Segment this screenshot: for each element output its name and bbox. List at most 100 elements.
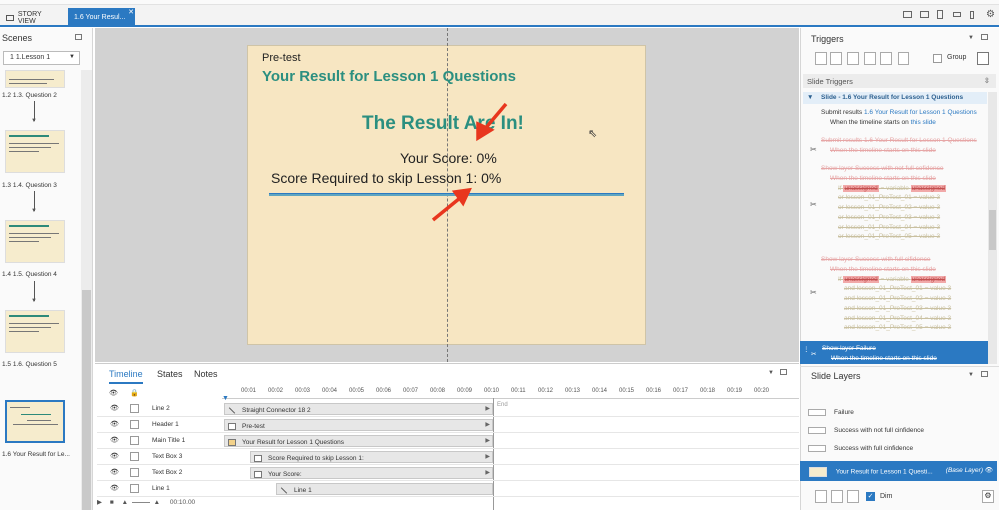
dim-checkbox[interactable]: ✓ <box>866 492 875 501</box>
tick-label: 00:02 <box>268 388 284 394</box>
timeline-bar[interactable]: Your Result for Lesson 1 Questions ▶ <box>224 435 493 447</box>
line-icon <box>280 486 288 494</box>
dim-label: Dim <box>880 493 893 500</box>
timeline-bar[interactable]: Your Score: ▶ <box>250 467 493 479</box>
base-layer-item[interactable]: Your Result for Lesson 1 Questi... (Base… <box>800 461 997 481</box>
trigger-disabled-icon: ✂ <box>810 200 817 209</box>
timeline-controls: ▶ ■ ▲ ▲ 00:10.00 <box>97 498 222 510</box>
trigger-item-disabled[interactable]: Show layer Success with full cifidence W… <box>821 255 951 333</box>
trigger-variable: variable <box>886 184 909 192</box>
visibility-eye-icon[interactable]: 👁 <box>110 468 119 476</box>
zoom-out-icon[interactable]: ▲ <box>122 499 128 506</box>
layer-thumbnail <box>809 467 827 477</box>
tab-states[interactable]: States <box>157 369 183 379</box>
trigger-disabled-icon: ✂ <box>811 351 817 358</box>
panel-pin-icon[interactable] <box>780 369 787 375</box>
expand-right-icon[interactable]: ▶ <box>485 469 490 476</box>
tick-label: 00:14 <box>592 388 608 394</box>
layer-thumbnail <box>808 427 826 434</box>
triggers-title: Triggers <box>811 34 844 44</box>
visibility-eye-icon[interactable]: 👁 <box>110 452 119 460</box>
line-icon <box>228 406 236 414</box>
new-layer-icon[interactable] <box>815 490 827 503</box>
collapse-down-icon[interactable]: ▼ <box>768 370 774 376</box>
expand-right-icon[interactable]: ▶ <box>485 453 490 460</box>
timeline-bar[interactable]: Straight Connector 18 2 ▶ <box>224 403 493 415</box>
lock-checkbox[interactable] <box>130 468 139 477</box>
tick-label: 00:09 <box>457 388 473 394</box>
trigger-condition: and lesson_01_PreTest_02 = value 3 <box>844 295 952 302</box>
panel-pin-icon[interactable] <box>981 371 988 377</box>
tick-label: 00:07 <box>403 388 419 394</box>
visibility-eye-icon[interactable]: 👁 <box>110 484 119 492</box>
tab-timeline[interactable]: Timeline <box>109 369 143 384</box>
triggers-scroll-thumb[interactable] <box>989 210 996 250</box>
trigger-target-link[interactable]: 1.6 Your Result for Lesson 1 Questions <box>864 109 977 116</box>
lock-checkbox[interactable] <box>130 420 139 429</box>
tick-label: 00:20 <box>754 388 770 394</box>
trigger-item[interactable]: Submit results 1.6 Your Result for Lesso… <box>821 108 977 128</box>
trigger-condition: or lesson_01_PreTest_04 = value 3 <box>838 223 941 231</box>
conditions-icon[interactable] <box>977 52 989 65</box>
layer-properties-icon[interactable]: ⚙ <box>982 490 994 503</box>
timeline-bar[interactable]: Pre-test ▶ <box>224 419 493 431</box>
lock-icon[interactable]: 🔒 <box>130 389 139 398</box>
collapse-down-icon[interactable]: ▼ <box>968 372 974 378</box>
trigger-item-disabled[interactable]: Submit results 1.6 Your Result for Lesso… <box>821 136 977 156</box>
textbox-icon <box>254 470 262 478</box>
visibility-eye-icon[interactable]: 👁 <box>110 420 119 428</box>
move-updown-icon[interactable] <box>898 52 909 65</box>
trigger-this-slide-link[interactable]: this slide <box>911 119 936 126</box>
trigger-if: If <box>838 275 842 283</box>
row-name: Text Box 3 <box>152 453 183 460</box>
tick-label: 00:13 <box>565 388 581 394</box>
trigger-action[interactable]: Submit results <box>821 109 862 116</box>
tick-label: 00:06 <box>376 388 392 394</box>
zoom-in-icon[interactable]: ▲ <box>154 499 160 506</box>
lock-checkbox[interactable] <box>130 484 139 493</box>
visibility-eye-icon[interactable]: 👁 <box>110 436 119 444</box>
stop-icon[interactable]: ■ <box>110 499 114 506</box>
zoom-slider[interactable] <box>131 501 150 503</box>
slide-triggers-label: Slide Triggers <box>807 77 853 86</box>
trigger-condition: and lesson_01_PreTest_03 = value 3 <box>844 304 952 312</box>
paste-trigger-icon[interactable] <box>864 52 876 65</box>
slide-trigger-group[interactable]: ▼ Slide - 1.6 Your Result for Lesson 1 Q… <box>803 92 987 104</box>
expand-right-icon[interactable]: ▶ <box>485 437 490 444</box>
collapse-icon[interactable]: ⇳ <box>984 76 990 85</box>
delete-layer-icon[interactable] <box>847 490 859 503</box>
expand-right-icon[interactable]: ▶ <box>485 405 490 412</box>
eye-icon[interactable]: 👁 <box>985 466 993 474</box>
trigger-action: Show layer Success with full cifidence <box>821 256 931 263</box>
lock-checkbox[interactable] <box>130 436 139 445</box>
panel-pin-icon[interactable] <box>981 34 988 40</box>
collapse-down-icon[interactable]: ▼ <box>968 35 974 41</box>
delete-trigger-icon[interactable] <box>880 52 892 65</box>
new-trigger-icon[interactable] <box>815 52 827 65</box>
textbox-icon <box>254 454 262 462</box>
layer-item[interactable]: Success with not full cinfidence <box>808 427 924 434</box>
trigger-item-selected[interactable]: ⋮ ✂ Show layer Failure When the timeline… <box>800 341 988 364</box>
trigger-when[interactable]: When the timeline starts on <box>830 119 909 126</box>
timeline-bar[interactable]: Score Required to skip Lesson 1: ▶ <box>250 451 493 463</box>
eye-icon[interactable]: 👁 <box>109 389 118 397</box>
copy-trigger-icon[interactable] <box>847 52 859 65</box>
base-layer-name: Your Result for Lesson 1 Questi... <box>835 468 933 476</box>
duplicate-layer-icon[interactable] <box>831 490 843 503</box>
play-icon[interactable]: ▶ <box>97 499 102 506</box>
lock-checkbox[interactable] <box>130 404 139 413</box>
visibility-eye-icon[interactable]: 👁 <box>110 404 119 412</box>
edit-trigger-icon[interactable] <box>830 52 842 65</box>
trigger-item-disabled[interactable]: Show layer Success with not full cofiden… <box>821 164 946 242</box>
tab-notes[interactable]: Notes <box>194 369 218 379</box>
divider <box>800 366 999 367</box>
lock-checkbox[interactable] <box>130 452 139 461</box>
expand-right-icon[interactable]: ▶ <box>485 421 490 428</box>
bar-label: Pre-test <box>242 422 265 430</box>
timeline-bar[interactable]: Line 1 <box>276 483 493 495</box>
layer-item[interactable]: Success with full cinfidence <box>808 445 913 452</box>
layer-item[interactable]: Failure <box>808 409 854 416</box>
slide-triggers-header: Slide Triggers ⇳ <box>803 74 996 88</box>
group-checkbox[interactable] <box>933 54 942 63</box>
drag-handle-icon[interactable]: ⋮ <box>803 345 810 355</box>
